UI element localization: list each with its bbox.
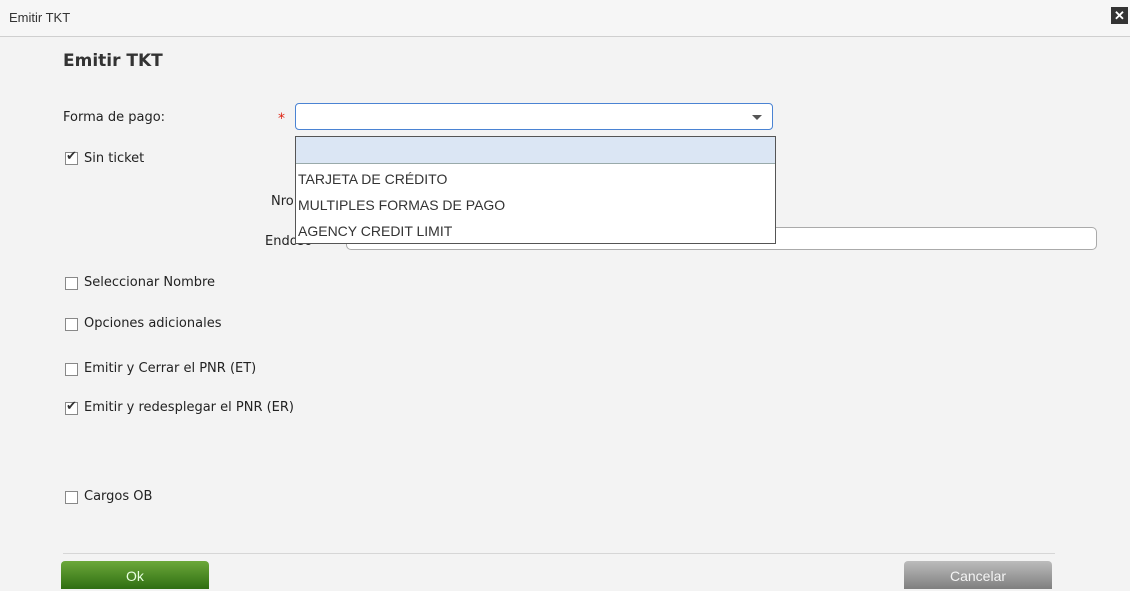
- dropdown-option-agency[interactable]: AGENCY CREDIT LIMIT: [296, 216, 775, 242]
- seleccionar-nombre-checkbox[interactable]: [65, 277, 78, 290]
- forma-pago-select[interactable]: [295, 103, 773, 130]
- emitir-cerrar-label[interactable]: Emitir y Cerrar el PNR (ET): [84, 361, 256, 376]
- emitir-redesplegar-checkbox[interactable]: ✔: [65, 399, 78, 415]
- dropdown-option-multiples[interactable]: MULTIPLES FORMAS DE PAGO: [296, 190, 775, 216]
- forma-pago-dropdown: TARJETA DE CRÉDITO MULTIPLES FORMAS DE P…: [295, 136, 776, 244]
- seleccionar-nombre-label[interactable]: Seleccionar Nombre: [84, 275, 215, 290]
- cargos-ob-checkbox[interactable]: [65, 491, 78, 504]
- window-title: Emitir TKT: [9, 10, 71, 25]
- sin-ticket-label[interactable]: Sin ticket: [84, 151, 144, 166]
- footer-divider: [63, 553, 1055, 554]
- nro-label: Nro: [271, 194, 294, 209]
- sin-ticket-checkbox[interactable]: ✔: [65, 149, 78, 165]
- ok-button[interactable]: Ok: [61, 561, 209, 589]
- checkmark-icon: ✔: [66, 399, 77, 414]
- opciones-adicionales-checkbox[interactable]: [65, 318, 78, 331]
- dialog-heading: Emitir TKT: [63, 51, 163, 71]
- emitir-redesplegar-label[interactable]: Emitir y redesplegar el PNR (ER): [84, 400, 294, 415]
- cargos-ob-label[interactable]: Cargos OB: [84, 489, 152, 504]
- title-bar: Emitir TKT ✕: [0, 0, 1130, 37]
- close-icon[interactable]: ✕: [1111, 7, 1128, 24]
- opciones-adicionales-label[interactable]: Opciones adicionales: [84, 316, 221, 331]
- required-marker: *: [278, 111, 285, 127]
- dropdown-option-tarjeta[interactable]: TARJETA DE CRÉDITO: [296, 164, 775, 190]
- emitir-cerrar-checkbox[interactable]: [65, 363, 78, 376]
- dropdown-option-empty[interactable]: [296, 137, 775, 164]
- forma-pago-label: Forma de pago:: [63, 110, 166, 125]
- chevron-down-icon[interactable]: [752, 115, 762, 120]
- checkmark-icon: ✔: [66, 149, 77, 164]
- cancel-button[interactable]: Cancelar: [904, 561, 1052, 589]
